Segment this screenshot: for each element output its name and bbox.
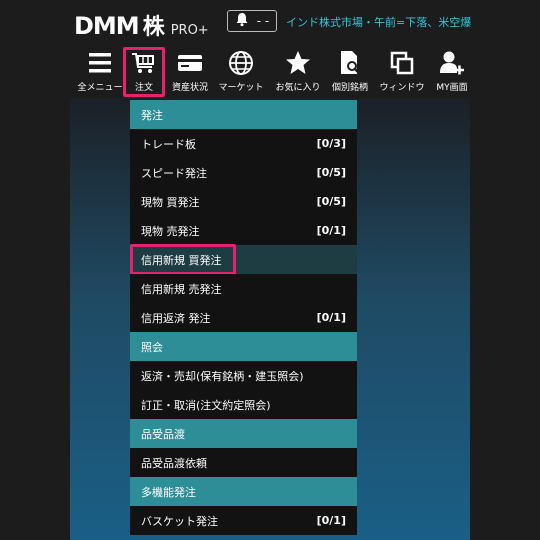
market-status-ticker[interactable]: インド株式市場・午前=下落、米空爆 — [286, 14, 471, 30]
toolbar-label: ウィンドウ — [379, 83, 425, 93]
section-title: 多機能発注 — [141, 485, 196, 499]
bell-icon — [235, 12, 249, 30]
menu-item-margin-new-buy[interactable]: 信用新規 買発注 — [130, 244, 357, 275]
star-icon — [284, 50, 312, 76]
active-highlight-box — [123, 47, 165, 97]
notification-value: - - — [256, 14, 270, 28]
hamburger-menu-icon — [86, 50, 114, 76]
toolbar-all-menu[interactable]: 全メニュー — [77, 48, 123, 96]
menu-item-repay-sell[interactable]: 返済・売却(保有銘柄・建玉照会) — [130, 361, 357, 390]
menu-item-label: 品受品渡依頼 — [141, 456, 207, 470]
menu-item-label: バスケット発注 — [141, 514, 218, 528]
menu-item-margin-new-sell[interactable]: 信用新規 売発注 — [130, 274, 357, 303]
app-header: DMM 株 PRO+ - - インド株式市場・午前=下落、米空爆 全メニュー 注… — [0, 0, 540, 98]
toolbar-label: 全メニュー — [77, 83, 123, 93]
menu-item-label: トレード板 — [141, 137, 196, 151]
background-left — [0, 98, 70, 540]
document-search-icon — [336, 50, 364, 76]
windows-icon — [388, 50, 416, 76]
menu-item-speed-order[interactable]: スピード発注 [0/5] — [130, 158, 357, 187]
menu-item-count: [0/3] — [316, 137, 346, 150]
toolbar-individual-stock[interactable]: 個別銘柄 — [328, 48, 372, 96]
toolbar-market[interactable]: マーケット — [214, 48, 268, 96]
section-title: 品受品渡 — [141, 427, 185, 441]
section-header-delivery: 品受品渡 — [130, 419, 357, 448]
order-dropdown-menu: 発注 トレード板 [0/3] スピード発注 [0/5] 現物 買発注 [0/5]… — [130, 100, 357, 535]
toolbar-my-screen[interactable]: MY画面 — [430, 48, 474, 96]
section-header-inquiry: 照会 — [130, 332, 357, 361]
menu-item-basket-order[interactable]: バスケット発注 [0/1] — [130, 506, 357, 535]
toolbar-label: 資産状況 — [171, 83, 208, 93]
section-title: 発注 — [141, 108, 163, 122]
menu-item-delivery-request[interactable]: 品受品渡依頼 — [130, 448, 357, 477]
menu-item-correct-cancel[interactable]: 訂正・取消(注文約定照会) — [130, 390, 357, 419]
menu-item-label: 信用新規 売発注 — [141, 282, 222, 296]
toolbar-label: マーケット — [218, 83, 264, 93]
section-header-order: 発注 — [130, 100, 357, 129]
wallet-card-icon — [176, 50, 204, 76]
menu-item-spot-sell[interactable]: 現物 売発注 [0/1] — [130, 216, 357, 245]
menu-item-label: 現物 買発注 — [141, 195, 200, 209]
toolbar-assets[interactable]: 資産状況 — [168, 48, 212, 96]
logo-kabu-text: 株 — [142, 15, 165, 40]
menu-item-label: 訂正・取消(注文約定照会) — [141, 398, 271, 412]
menu-item-count: [0/1] — [316, 311, 346, 324]
user-plus-icon — [438, 50, 466, 76]
section-title: 照会 — [141, 340, 163, 354]
menu-item-label: 信用返済 発注 — [141, 311, 211, 325]
menu-item-margin-repay[interactable]: 信用返済 発注 [0/1] — [130, 303, 357, 332]
menu-item-trade-board[interactable]: トレード板 [0/3] — [130, 129, 357, 158]
menu-item-spot-buy[interactable]: 現物 買発注 [0/5] — [130, 187, 357, 216]
section-header-multi-order: 多機能発注 — [130, 477, 357, 506]
item-highlight-box — [130, 244, 236, 275]
menu-item-count: [0/1] — [316, 224, 346, 237]
main-toolbar: 全メニュー 注文 資産状況 マーケット お気に入り 個別銘柄 ウィンドウ MY画… — [0, 47, 540, 98]
notification-button[interactable]: - - — [227, 10, 277, 32]
toolbar-order[interactable]: 注文 — [123, 47, 165, 97]
menu-item-label: 現物 売発注 — [141, 224, 200, 238]
background-right — [470, 98, 540, 540]
globe-icon — [227, 50, 255, 76]
toolbar-label: お気に入り — [275, 83, 321, 93]
toolbar-window[interactable]: ウィンドウ — [376, 48, 428, 96]
toolbar-favorites[interactable]: お気に入り — [272, 48, 324, 96]
menu-item-count: [0/1] — [316, 514, 346, 527]
toolbar-label: 個別銘柄 — [331, 83, 368, 93]
menu-item-count: [0/5] — [316, 195, 346, 208]
logo-dmm-text: DMM — [74, 12, 140, 40]
menu-item-label: 返済・売却(保有銘柄・建玉照会) — [141, 369, 304, 383]
menu-item-count: [0/5] — [316, 166, 346, 179]
toolbar-label: MY画面 — [436, 83, 468, 93]
logo-pro-text: PRO+ — [170, 23, 209, 38]
dmm-kabu-logo[interactable]: DMM 株 PRO+ — [74, 9, 209, 41]
menu-item-label: スピード発注 — [141, 166, 207, 180]
